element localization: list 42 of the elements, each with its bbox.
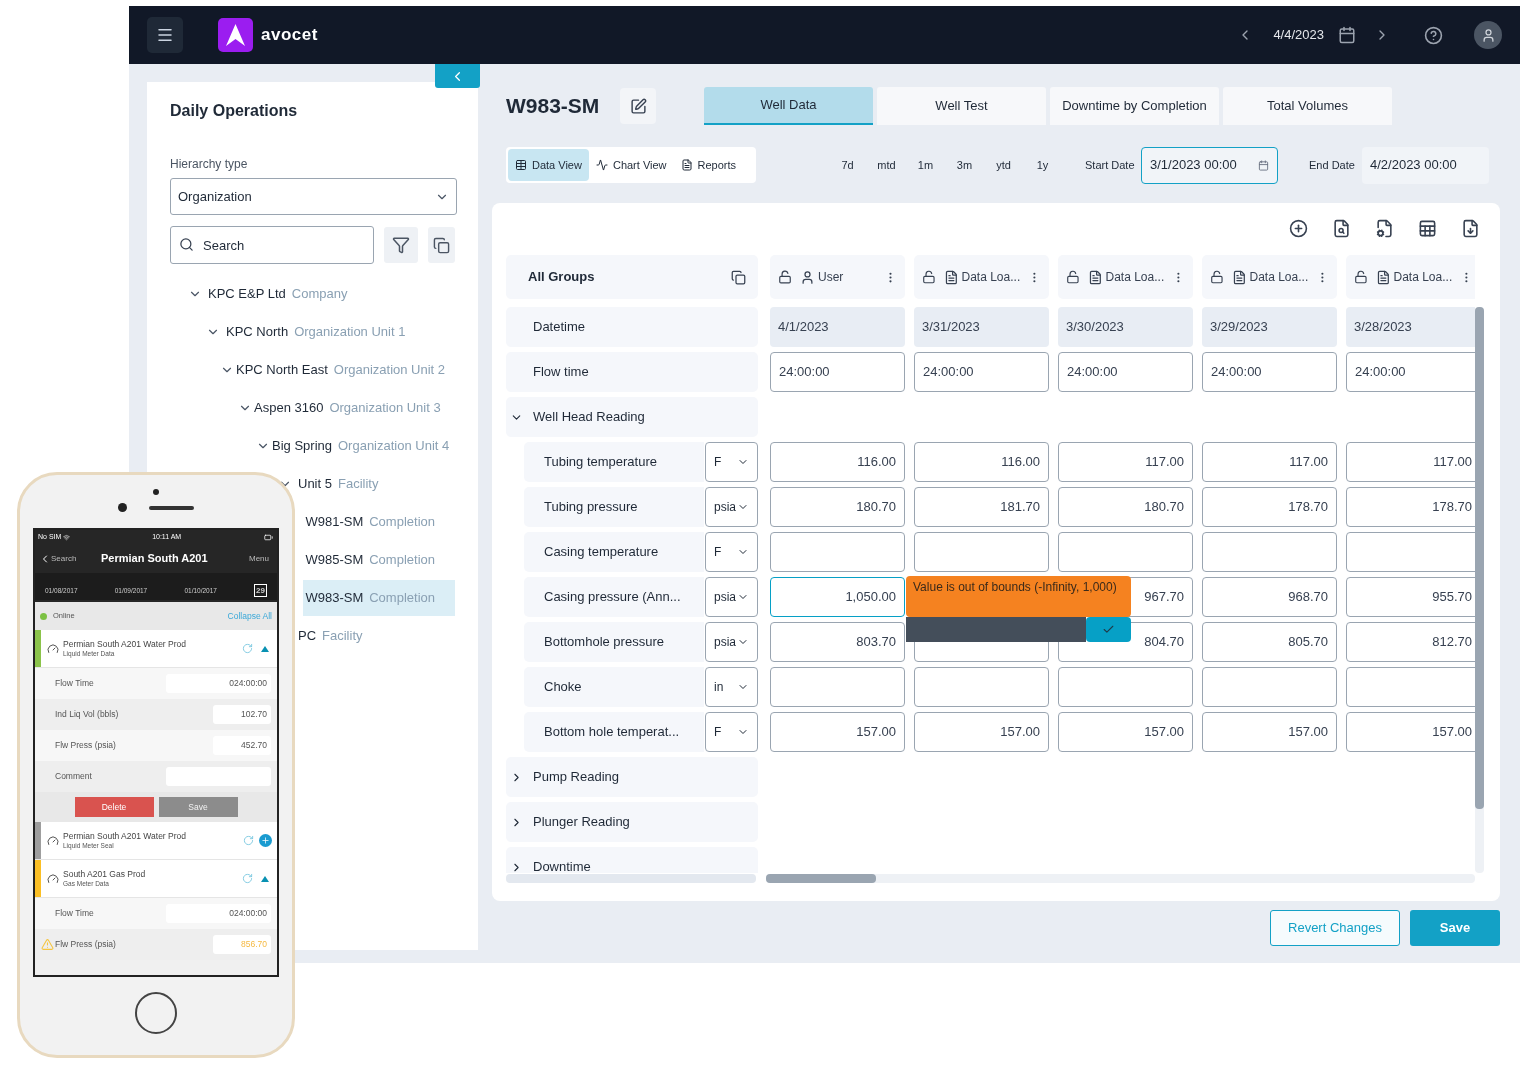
group-label: Downtime xyxy=(533,858,591,873)
row-label: Datetime xyxy=(506,307,758,347)
logo-text: avocet xyxy=(261,24,318,47)
field-label: Flw Press (psia) xyxy=(55,938,117,951)
date-cell: 3/28/2023 xyxy=(1346,307,1475,347)
row-label: Casing temperature xyxy=(524,532,704,572)
date-cell: 3/30/2023 xyxy=(1058,307,1193,347)
field-label: Hierarchy type xyxy=(170,156,249,173)
end-date-label: End Date xyxy=(1309,157,1356,173)
current-date: 4/4/2023 xyxy=(1273,26,1324,45)
well-title: W983-SM xyxy=(506,93,601,120)
row-label: Choke xyxy=(524,667,704,707)
date-cell: 3/29/2023 xyxy=(1202,307,1337,347)
row-label: Tubing temperature xyxy=(524,442,704,482)
field-label: Comment xyxy=(55,770,93,783)
row-label: Flow time xyxy=(506,352,758,392)
panel-title: Daily Operations xyxy=(170,101,299,121)
screen-title: Permian South A201 xyxy=(101,551,209,567)
field-label: Flow Time xyxy=(55,677,95,690)
row-label: Tubing pressure xyxy=(524,487,704,527)
group-label: Well Head Reading xyxy=(533,408,645,427)
group-label: Pump Reading xyxy=(533,768,619,787)
group-label: Plunger Reading xyxy=(533,813,630,832)
column-source: Data Loa... xyxy=(1249,269,1309,286)
date-cell: 4/1/2023 xyxy=(770,307,905,347)
meter-name: Permian South A201 Water Prod xyxy=(63,638,187,649)
column-source: Data Loa... xyxy=(1393,269,1453,286)
groups-label: All Groups xyxy=(528,268,595,287)
column-source: Data Loa... xyxy=(1105,269,1165,286)
field-label: Flw Press (psia) xyxy=(55,739,117,752)
column-source: User xyxy=(818,269,845,286)
row-label: Bottom hole temperat... xyxy=(524,712,704,752)
date-cell: 3/31/2023 xyxy=(914,307,1049,347)
meter-name: Permian South A201 Water Prod xyxy=(63,830,187,841)
row-label: Casing pressure (Ann... xyxy=(524,577,704,617)
start-date-label: Start Date xyxy=(1085,157,1136,173)
error-tooltip: Value is out of bounds (-Infinity, 1,000) xyxy=(906,576,1131,617)
row-label: Bottomhole pressure xyxy=(524,622,704,662)
column-source: Data Loa... xyxy=(961,269,1021,286)
field-label: Flow Time xyxy=(55,907,95,920)
meter-name: South A201 Gas Prod xyxy=(63,868,147,879)
field-label: Ind Liq Vol (bbls) xyxy=(55,708,120,721)
